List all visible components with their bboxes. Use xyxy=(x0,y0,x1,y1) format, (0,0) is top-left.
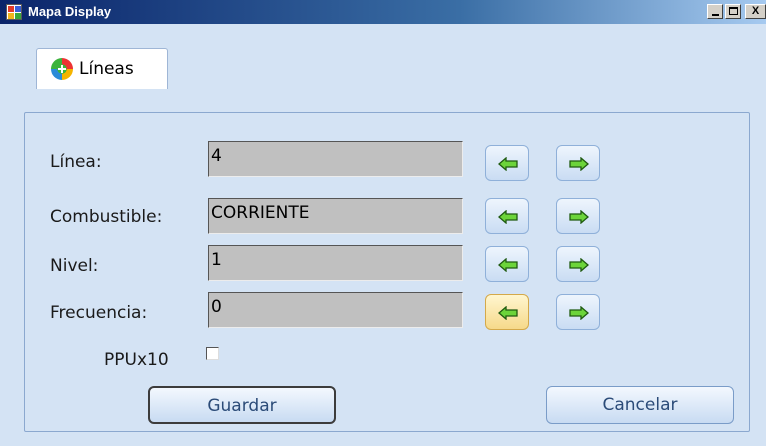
frecuencia-next-button[interactable] xyxy=(556,294,600,330)
nivel-prev-button[interactable] xyxy=(485,246,529,282)
combustible-next-button[interactable] xyxy=(556,198,600,234)
minimize-icon xyxy=(712,14,719,16)
linea-field[interactable]: 4 xyxy=(208,141,463,177)
ppux10-label: PPUx10 xyxy=(104,350,169,370)
frecuencia-prev-button[interactable] xyxy=(485,294,529,330)
minimize-button[interactable] xyxy=(707,4,723,19)
arrow-left-icon xyxy=(498,210,518,224)
combustible-prev-button[interactable] xyxy=(485,198,529,234)
save-button[interactable]: Guardar xyxy=(148,386,336,424)
combustible-label: Combustible: xyxy=(50,207,163,227)
tab-strip: Líneas xyxy=(0,24,766,89)
close-icon: X xyxy=(751,5,760,17)
tab-lineas[interactable]: Líneas xyxy=(36,48,168,89)
tab-label: Líneas xyxy=(79,59,134,79)
mapa-display-window: Mapa Display X Líneas Línea: 4 Combustib… xyxy=(0,0,766,446)
maximize-icon xyxy=(729,7,738,15)
window-title: Mapa Display xyxy=(28,4,112,19)
title-bar[interactable]: Mapa Display X xyxy=(0,0,766,24)
maximize-button[interactable] xyxy=(725,4,741,19)
arrow-right-icon xyxy=(569,210,589,224)
arrow-right-icon xyxy=(569,157,589,171)
combustible-field[interactable]: CORRIENTE xyxy=(208,198,463,234)
arrow-left-icon xyxy=(498,306,518,320)
nivel-label: Nivel: xyxy=(50,256,99,276)
ppux10-checkbox[interactable] xyxy=(206,347,219,360)
close-button[interactable]: X xyxy=(745,4,766,19)
frecuencia-field[interactable]: 0 xyxy=(208,292,463,328)
linea-label: Línea: xyxy=(50,152,102,172)
app-icon xyxy=(6,4,22,20)
nivel-field[interactable]: 1 xyxy=(208,245,463,281)
linea-next-button[interactable] xyxy=(556,145,600,181)
add-circle-icon xyxy=(51,58,73,80)
frecuencia-label: Frecuencia: xyxy=(50,303,148,323)
arrow-right-icon xyxy=(569,306,589,320)
linea-prev-button[interactable] xyxy=(485,145,529,181)
cancel-button[interactable]: Cancelar xyxy=(546,386,734,424)
nivel-next-button[interactable] xyxy=(556,246,600,282)
arrow-left-icon xyxy=(498,258,518,272)
arrow-right-icon xyxy=(569,258,589,272)
arrow-left-icon xyxy=(498,157,518,171)
